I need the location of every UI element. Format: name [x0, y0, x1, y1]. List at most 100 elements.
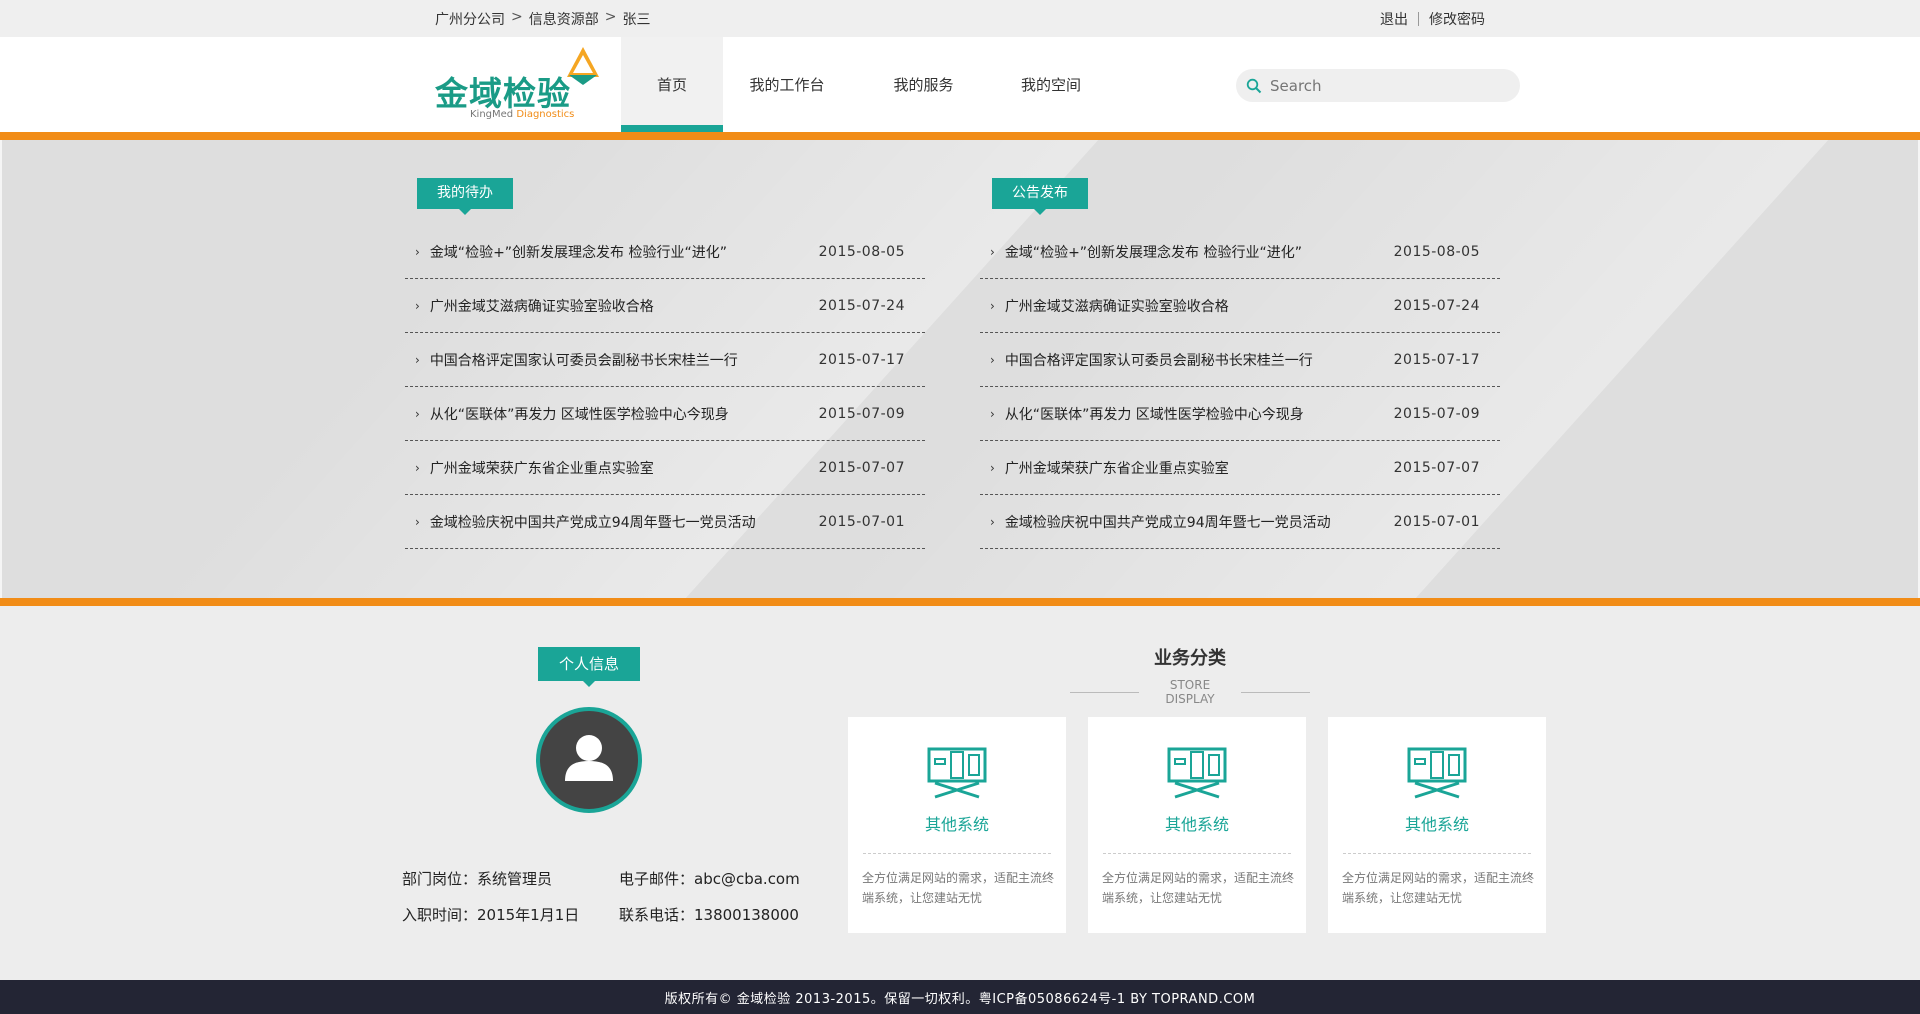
card-title: 其他系统 — [924, 815, 989, 834]
phone-field: 联系电话：13800138000 — [619, 906, 799, 924]
chevron-right-icon: › — [415, 406, 420, 421]
item-date: 2015-07-01 — [1393, 513, 1480, 530]
item-title[interactable]: 广州金域荣获广东省企业重点实验室 — [1005, 458, 1229, 478]
chevron-right-icon: › — [990, 514, 995, 529]
logo[interactable]: 金域检验 KingMed Diagnostics — [435, 37, 599, 132]
list-item[interactable]: › 广州金域艾滋病确证实验室验收合格 2015-07-24 — [405, 279, 925, 333]
item-date: 2015-07-01 — [818, 513, 905, 530]
top-links: 退出 修改密码 — [1380, 9, 1485, 29]
item-date: 2015-07-09 — [1393, 405, 1480, 422]
footer: 版权所有© 金域检验 2013-2015。保留一切权利。粤ICP备0508662… — [0, 980, 1920, 1014]
logo-subtext: KingMed Diagnostics — [470, 109, 575, 120]
item-title[interactable]: 广州金域荣获广东省企业重点实验室 — [430, 458, 654, 478]
join-date-field: 入职时间：2015年1月1日 — [402, 906, 580, 924]
todo-panel: 我的待办 › 金域“检验+”创新发展理念发布 检验行业“进化” 2015-08-05… — [405, 140, 925, 598]
card-description: 全方位满足网站的需求，适配主流终端系统，让您建站无忧 — [862, 871, 1055, 905]
breadcrumb: 广州分公司 > 信息资源部 > 张三 — [435, 9, 650, 29]
chevron-right-icon: › — [990, 298, 995, 313]
list-item[interactable]: › 中国合格评定国家认可委员会副秘书长宋桂兰一行 2015-07-17 — [405, 333, 925, 387]
item-date: 2015-07-24 — [818, 297, 905, 314]
divider — [1240, 691, 1311, 693]
item-title[interactable]: 广州金域艾滋病确证实验室验收合格 — [430, 296, 654, 316]
chevron-right-icon: › — [415, 352, 420, 367]
chevron-right-icon: › — [415, 460, 420, 475]
dept-field: 部门岗位：系统管理员 — [402, 870, 553, 888]
chevron-right-icon: › — [415, 514, 420, 529]
card-title: 其他系统 — [1404, 815, 1469, 834]
news-section: 我的待办 › 金域“检验+”创新发展理念发布 检验行业“进化” 2015-08-05… — [0, 140, 1920, 598]
logout-link[interactable]: 退出 — [1380, 9, 1408, 29]
profile-title: 个人信息 — [538, 647, 640, 687]
logo-text: 金域检验 — [435, 74, 571, 113]
business-subtitle: STORE DISPLAY — [1165, 678, 1215, 706]
list-item[interactable]: › 金域检验庆祝中国共产党成立94周年暨七一党员活动 2015-07-01 — [405, 495, 925, 549]
item-title[interactable]: 中国合格评定国家认可委员会副秘书长宋桂兰一行 — [1005, 350, 1313, 370]
list-item[interactable]: › 广州金域艾滋病确证实验室验收合格 2015-07-24 — [980, 279, 1500, 333]
item-date: 2015-08-05 — [818, 243, 905, 260]
copyright-text: 版权所有© 金域检验 2013-2015。保留一切权利。粤ICP备0508662… — [664, 991, 1256, 1007]
item-title[interactable]: 金域检验庆祝中国共产党成立94周年暨七一党员活动 — [1005, 512, 1331, 532]
item-title[interactable]: 金域检验庆祝中国共产党成立94周年暨七一党员活动 — [430, 512, 756, 532]
breadcrumb-item[interactable]: 广州分公司 — [435, 9, 505, 29]
notice-panel: 公告发布 › 金域“检验+”创新发展理念发布 检验行业“进化” 2015-08-05… — [980, 140, 1500, 598]
list-item[interactable]: › 广州金域荣获广东省企业重点实验室 2015-07-07 — [405, 441, 925, 495]
item-title[interactable]: 中国合格评定国家认可委员会副秘书长宋桂兰一行 — [430, 350, 738, 370]
chevron-right-icon: › — [990, 460, 995, 475]
business-cards: 其他系统 全方位满足网站的需求，适配主流终端系统，让您建站无忧 其他系统 全方位… — [848, 717, 1546, 933]
business-card[interactable]: 其他系统 全方位满足网站的需求，适配主流终端系统，让您建站无忧 — [1088, 717, 1306, 933]
nav-item-home[interactable]: 首页 — [621, 37, 723, 132]
nav-item-space[interactable]: 我的空间 — [996, 37, 1106, 132]
item-date: 2015-07-17 — [818, 351, 905, 368]
user-icon — [565, 735, 613, 781]
item-title[interactable]: 从化“医联体”再发力 区域性医学检验中心今现身 — [430, 404, 729, 424]
item-title[interactable]: 金域“检验+”创新发展理念发布 检验行业“进化” — [1005, 242, 1302, 262]
bottom-section: 个人信息 部门岗位：系统管理员 电子邮件：abc@cba.com 入职时间：20… — [0, 606, 1920, 981]
notice-title: 公告发布 — [992, 178, 1088, 215]
avatar[interactable] — [536, 707, 642, 813]
divider — [0, 598, 1920, 606]
profile-info: 部门岗位：系统管理员 电子邮件：abc@cba.com 入职时间：2015年1月… — [402, 868, 819, 925]
change-password-link[interactable]: 修改密码 — [1429, 9, 1485, 29]
list-item[interactable]: › 从化“医联体”再发力 区域性医学检验中心今现身 2015-07-09 — [405, 387, 925, 441]
breadcrumb-separator: > — [511, 8, 523, 25]
business-card[interactable]: 其他系统 全方位满足网站的需求，适配主流终端系统，让您建站无忧 — [1328, 717, 1546, 933]
business-header: 业务分类 STORE DISPLAY — [1070, 644, 1311, 706]
search-box[interactable] — [1236, 69, 1520, 102]
search-icon[interactable] — [1246, 78, 1262, 94]
divider — [1418, 11, 1419, 26]
top-bar: 广州分公司 > 信息资源部 > 张三 退出 修改密码 — [0, 0, 1920, 37]
list-item[interactable]: › 金域“检验+”创新发展理念发布 检验行业“进化” 2015-08-05 — [980, 225, 1500, 279]
search-input[interactable] — [1270, 76, 1520, 95]
item-title[interactable]: 金域“检验+”创新发展理念发布 检验行业“进化” — [430, 242, 727, 262]
chevron-right-icon: › — [990, 352, 995, 367]
notice-list: › 金域“检验+”创新发展理念发布 检验行业“进化” 2015-08-05 › 广州金… — [980, 225, 1500, 549]
list-item[interactable]: › 广州金域荣获广东省企业重点实验室 2015-07-07 — [980, 441, 1500, 495]
item-date: 2015-07-17 — [1393, 351, 1480, 368]
nav-item-workbench[interactable]: 我的工作台 — [723, 37, 851, 132]
card-description: 全方位满足网站的需求，适配主流终端系统，让您建站无忧 — [1102, 871, 1295, 905]
chevron-right-icon: › — [990, 406, 995, 421]
list-item[interactable]: › 金域“检验+”创新发展理念发布 检验行业“进化” 2015-08-05 — [405, 225, 925, 279]
item-date: 2015-07-09 — [818, 405, 905, 422]
email-field: 电子邮件：abc@cba.com — [619, 870, 800, 888]
item-date: 2015-07-07 — [1393, 459, 1480, 476]
todo-title: 我的待办 — [417, 178, 513, 215]
item-date: 2015-07-07 — [818, 459, 905, 476]
list-item[interactable]: › 中国合格评定国家认可委员会副秘书长宋桂兰一行 2015-07-17 — [980, 333, 1500, 387]
breadcrumb-separator: > — [604, 8, 617, 25]
main-nav: 首页 我的工作台 我的服务 我的空间 — [621, 37, 1106, 132]
business-card[interactable]: 其他系统 全方位满足网站的需求，适配主流终端系统，让您建站无忧 — [848, 717, 1066, 933]
todo-list: › 金域“检验+”创新发展理念发布 检验行业“进化” 2015-08-05 › 广州金… — [405, 225, 925, 549]
breadcrumb-item[interactable]: 张三 — [622, 9, 650, 29]
card-title: 其他系统 — [1164, 815, 1229, 834]
monitor-icon — [1407, 747, 1467, 799]
nav-item-services[interactable]: 我的服务 — [851, 37, 996, 132]
monitor-icon — [927, 747, 987, 799]
list-item[interactable]: › 从化“医联体”再发力 区域性医学检验中心今现身 2015-07-09 — [980, 387, 1500, 441]
breadcrumb-item[interactable]: 信息资源部 — [529, 9, 599, 29]
item-date: 2015-07-24 — [1393, 297, 1480, 314]
list-item[interactable]: › 金域检验庆祝中国共产党成立94周年暨七一党员活动 2015-07-01 — [980, 495, 1500, 549]
item-title[interactable]: 从化“医联体”再发力 区域性医学检验中心今现身 — [1005, 404, 1304, 424]
item-title[interactable]: 广州金域艾滋病确证实验室验收合格 — [1005, 296, 1229, 316]
card-description: 全方位满足网站的需求，适配主流终端系统，让您建站无忧 — [1342, 871, 1535, 905]
